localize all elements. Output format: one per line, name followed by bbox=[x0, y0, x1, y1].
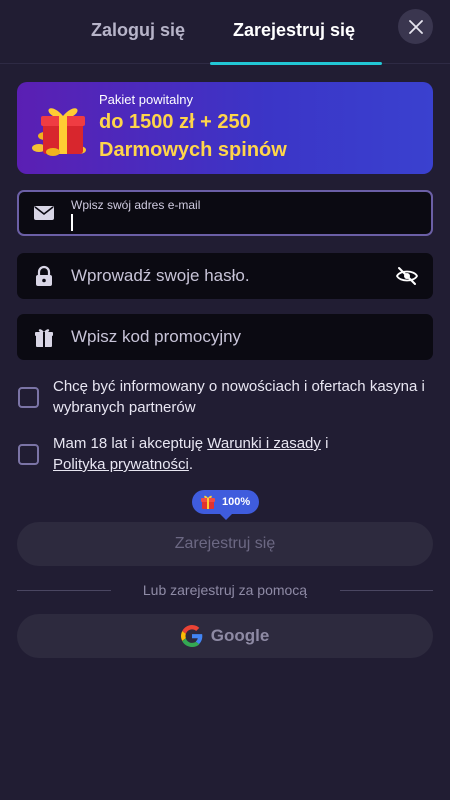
divider-line-right bbox=[340, 590, 433, 591]
tab-register[interactable]: Zarejestruj się bbox=[233, 20, 355, 41]
banner-subtitle: Pakiet powitalny bbox=[99, 92, 193, 107]
privacy-link[interactable]: Polityka prywatności bbox=[53, 456, 189, 473]
close-button[interactable] bbox=[398, 9, 433, 44]
mail-icon bbox=[34, 206, 54, 220]
marketing-consent-text: Chcę być informowany o nowościach i ofer… bbox=[53, 378, 425, 416]
terms-consent-text: Mam 18 lat i akceptuję Warunki i zasady … bbox=[53, 433, 432, 475]
terms-link[interactable]: Warunki i zasady bbox=[207, 435, 321, 452]
close-icon bbox=[408, 19, 423, 34]
google-icon bbox=[180, 625, 203, 647]
promo-placeholder: Wpisz kod promocyjny bbox=[71, 327, 242, 346]
auth-tabs: Zaloguj się Zarejestruj się bbox=[0, 0, 450, 65]
terms-prefix: Mam 18 lat i akceptuję bbox=[53, 435, 208, 452]
progress-badge: 100% bbox=[192, 490, 259, 520]
email-label: Wpisz swój adres e-mail bbox=[71, 198, 201, 212]
terms-suffix: . bbox=[188, 456, 194, 473]
password-placeholder: Wprowadź swoje hasło. bbox=[71, 266, 250, 285]
tab-login[interactable]: Zaloguj się bbox=[91, 20, 185, 41]
banner-headline-2: Darmowych spinów bbox=[99, 139, 287, 161]
banner-headline-1: do 1500 zł + 250 bbox=[99, 111, 251, 133]
gift-box-icon bbox=[32, 108, 86, 156]
lock-icon bbox=[36, 265, 52, 286]
google-signup-button[interactable]: Google bbox=[17, 614, 433, 658]
password-field[interactable]: Wprowadź swoje hasło. bbox=[17, 253, 433, 299]
terms-and: i bbox=[320, 435, 329, 452]
gift-icon bbox=[35, 329, 53, 347]
active-tab-indicator bbox=[210, 62, 382, 65]
marketing-consent-checkbox[interactable] bbox=[18, 387, 39, 408]
gift-icon bbox=[201, 495, 215, 509]
welcome-bonus-banner: Pakiet powitalny do 1500 zł + 250 Darmow… bbox=[17, 82, 433, 174]
eye-off-icon[interactable] bbox=[395, 264, 419, 288]
promo-code-field[interactable]: Wpisz kod promocyjny bbox=[17, 314, 433, 360]
progress-value: 100% bbox=[222, 496, 251, 508]
text-caret bbox=[71, 214, 73, 231]
google-label: Google bbox=[210, 626, 270, 645]
email-field[interactable]: Wpisz swój adres e-mail bbox=[17, 190, 433, 236]
terms-consent-checkbox[interactable] bbox=[18, 444, 39, 465]
register-button[interactable]: Zarejestruj się bbox=[17, 522, 433, 566]
